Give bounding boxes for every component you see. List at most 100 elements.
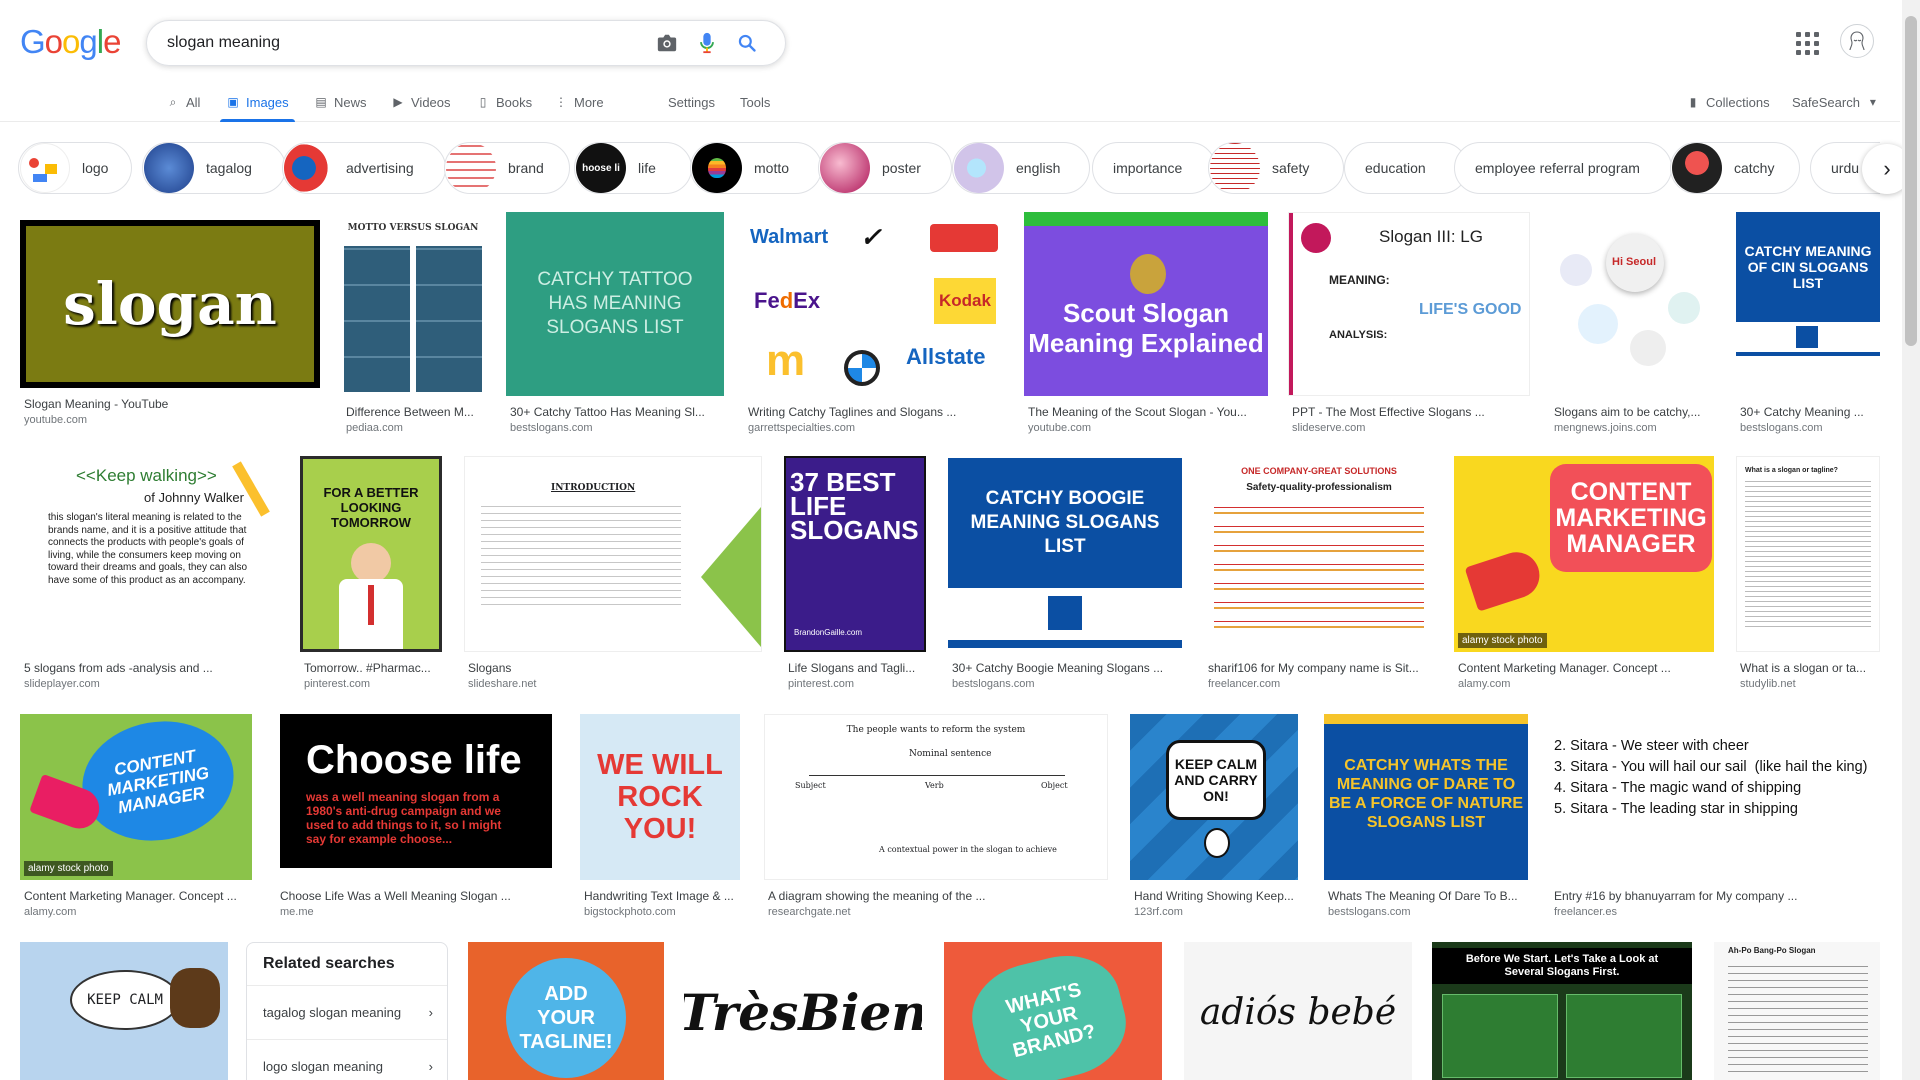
image-result[interactable]: adiós bebé bbox=[1184, 942, 1412, 1080]
chip-english[interactable]: english bbox=[952, 142, 1090, 194]
chip-label: brand bbox=[508, 160, 544, 176]
result-caption: Slogans aim to be catchy,... bbox=[1554, 405, 1701, 419]
result-thumbnail: Scout Slogan Meaning Explained bbox=[1024, 212, 1268, 396]
apps-dot bbox=[1804, 31, 1810, 37]
tab-more[interactable]: ⋮ More bbox=[554, 82, 604, 122]
image-result[interactable]: Hi Seoul Slogans aim to be catchy,... men… bbox=[1550, 212, 1716, 434]
page-scrollbar[interactable] bbox=[1902, 0, 1920, 1080]
image-result[interactable]: WHAT'S YOUR BRAND? bbox=[944, 942, 1162, 1080]
tab-all[interactable]: ⌕ All bbox=[166, 82, 201, 122]
thumbnail-text: KEEP CALM AND CARRY ON! bbox=[1166, 740, 1266, 820]
chip-safety[interactable]: safety bbox=[1208, 142, 1344, 194]
microphone-icon[interactable] bbox=[687, 23, 727, 63]
safesearch-button[interactable]: SafeSearch ▾ bbox=[1792, 82, 1880, 122]
search-icon: ⌕ bbox=[169, 94, 177, 109]
chip-tagalog[interactable]: tagalog bbox=[142, 142, 286, 194]
result-thumbnail: The people wants to reform the system No… bbox=[764, 714, 1108, 880]
search-icon[interactable] bbox=[727, 23, 767, 63]
image-result[interactable]: ADD YOUR TAGLINE! bbox=[468, 942, 664, 1080]
result-thumbnail: KEEP CALM bbox=[20, 942, 228, 1080]
result-thumbnail: <<Keep walking>> of Johnny Walker this s… bbox=[20, 456, 278, 652]
image-result[interactable]: slogan Slogan Meaning - YouTube youtube.c… bbox=[20, 220, 320, 426]
chip-motto[interactable]: motto bbox=[690, 142, 822, 194]
chip-importance[interactable]: importance bbox=[1092, 142, 1216, 194]
thumbnail-text: adiós bebé bbox=[1199, 991, 1397, 1033]
chip-poster[interactable]: poster bbox=[818, 142, 952, 194]
image-result[interactable]: KEEP CALM bbox=[20, 942, 228, 1080]
image-result[interactable]: CATCHY MEANING OF CIN SLOGANS LIST 30+ C… bbox=[1736, 212, 1880, 434]
chip-thumbnail bbox=[1210, 143, 1260, 193]
chip-employee-referral-program[interactable]: employee referral program bbox=[1454, 142, 1672, 194]
related-chips: logo tagalog advertising brand hoose li l… bbox=[18, 142, 1880, 194]
result-thumbnail: Choose life was a well meaning slogan fr… bbox=[276, 714, 558, 880]
chip-life[interactable]: hoose li life bbox=[574, 142, 692, 194]
scrollbar-thumb[interactable] bbox=[1905, 16, 1917, 346]
tab-videos[interactable]: ▶ Videos bbox=[391, 82, 450, 122]
search-input[interactable] bbox=[167, 34, 647, 52]
image-result[interactable]: INTRODUCTION Slogans slideshare.net bbox=[464, 456, 762, 690]
apps-grid-icon[interactable] bbox=[1792, 28, 1822, 58]
image-result[interactable]: CATCHY TATTOO HAS MEANING SLOGANS LIST 3… bbox=[506, 212, 724, 434]
image-result[interactable]: WE WILL ROCK YOU! Handwriting Text Image… bbox=[580, 714, 740, 918]
result-caption: 30+ Catchy Boogie Meaning Slogans ... bbox=[952, 661, 1164, 675]
image-result[interactable]: Ah-Po Bang-Po Slogan bbox=[1714, 942, 1880, 1080]
image-result[interactable]: FOR A BETTER LOOKING TOMORROW Tomorrow..… bbox=[300, 456, 442, 690]
image-result[interactable]: CONTENT MARKETING MANAGER alamy stock ph… bbox=[20, 714, 252, 918]
image-result[interactable]: KEEP CALM AND CARRY ON! Hand Writing Sho… bbox=[1130, 714, 1298, 918]
result-caption: Slogans bbox=[468, 661, 512, 675]
image-result[interactable]: MOTTO VERSUS SLOGAN Difference Between M… bbox=[342, 212, 484, 434]
related-search-item[interactable]: logo slogan meaning › bbox=[247, 1040, 447, 1080]
result-thumbnail: 37 BEST LIFE SLOGANS BrandonGaille.com bbox=[784, 456, 926, 652]
chip-label: logo bbox=[82, 160, 109, 176]
result-source: bigstockphoto.com bbox=[584, 906, 676, 918]
chip-catchy[interactable]: catchy bbox=[1670, 142, 1800, 194]
image-result[interactable]: 2. Sitara - We steer with cheer 3. Sitar… bbox=[1550, 714, 1880, 918]
thumbnail-text: INTRODUCTION bbox=[551, 483, 636, 493]
tab-tools[interactable]: Tools bbox=[740, 82, 770, 122]
image-result[interactable]: CATCHY WHATS THE MEANING OF DARE TO BE A… bbox=[1324, 714, 1528, 918]
google-logo[interactable]: Google bbox=[20, 24, 121, 60]
image-result[interactable]: <<Keep walking>> of Johnny Walker this s… bbox=[20, 456, 278, 690]
account-avatar[interactable] bbox=[1840, 24, 1874, 58]
image-result[interactable]: Slogan III: LG MEANING: LIFE'S GOOD ANAL… bbox=[1288, 212, 1530, 434]
chip-label: life bbox=[638, 160, 656, 176]
image-result[interactable]: The people wants to reform the system No… bbox=[764, 714, 1108, 918]
image-result[interactable]: CONTENT MARKETING MANAGER alamy stock ph… bbox=[1454, 456, 1714, 690]
image-result[interactable]: TrèsBien bbox=[684, 942, 922, 1080]
thumbnail-text: What is a slogan or tagline? bbox=[1745, 467, 1838, 474]
collections-button[interactable]: ▮ Collections bbox=[1686, 82, 1770, 122]
chip-brand[interactable]: brand bbox=[444, 142, 570, 194]
tab-images[interactable]: ▣ Images bbox=[220, 82, 295, 122]
apps-dot bbox=[1795, 49, 1801, 55]
safesearch-label: SafeSearch bbox=[1792, 94, 1860, 110]
result-thumbnail: CATCHY TATTOO HAS MEANING SLOGANS LIST bbox=[506, 212, 724, 396]
tab-label: All bbox=[186, 94, 201, 110]
camera-icon[interactable] bbox=[647, 23, 687, 63]
tab-settings[interactable]: Settings bbox=[668, 82, 715, 122]
result-caption: What is a slogan or ta... bbox=[1740, 661, 1867, 675]
image-result[interactable]: Choose life was a well meaning slogan fr… bbox=[276, 714, 558, 918]
result-source: pediaa.com bbox=[346, 422, 403, 434]
chip-thumbnail bbox=[820, 143, 870, 193]
image-result[interactable]: CATCHY BOOGIE MEANING SLOGANS LIST 30+ C… bbox=[948, 456, 1182, 690]
image-result[interactable]: Scout Slogan Meaning Explained The Meani… bbox=[1024, 212, 1268, 434]
related-search-item[interactable]: tagalog slogan meaning › bbox=[247, 986, 447, 1040]
result-caption: Entry #16 by bhanuyarram for My company … bbox=[1554, 889, 1798, 903]
image-result[interactable]: ONE COMPANY-GREAT SOLUTIONS Safety-quali… bbox=[1204, 456, 1434, 690]
result-caption: Writing Catchy Taglines and Slogans ... bbox=[748, 405, 957, 419]
thumbnail-text: CONTENT MARKETING MANAGER bbox=[1550, 464, 1712, 572]
image-result[interactable]: Before We Start. Let's Take a Look at Se… bbox=[1432, 942, 1692, 1080]
thumbnail-text: Scout Slogan Meaning Explained bbox=[1028, 298, 1264, 358]
image-result[interactable]: What is a slogan or tagline? What is a s… bbox=[1736, 456, 1880, 690]
image-result[interactable]: Walmart ✓ FedEx Kodak m Allstate Writing… bbox=[744, 212, 1006, 434]
result-thumbnail: CATCHY MEANING OF CIN SLOGANS LIST bbox=[1736, 212, 1880, 396]
apps-dot bbox=[1795, 40, 1801, 46]
chip-education[interactable]: education bbox=[1344, 142, 1468, 194]
tab-books[interactable]: ▯ Books bbox=[476, 82, 532, 122]
chip-advertising[interactable]: advertising bbox=[282, 142, 446, 194]
tab-news[interactable]: ▤ News bbox=[314, 82, 366, 122]
book-icon: ▯ bbox=[479, 95, 487, 109]
image-result[interactable]: 37 BEST LIFE SLOGANS BrandonGaille.com L… bbox=[784, 456, 926, 690]
chip-logo[interactable]: logo bbox=[18, 142, 132, 194]
search-box[interactable] bbox=[146, 20, 786, 66]
